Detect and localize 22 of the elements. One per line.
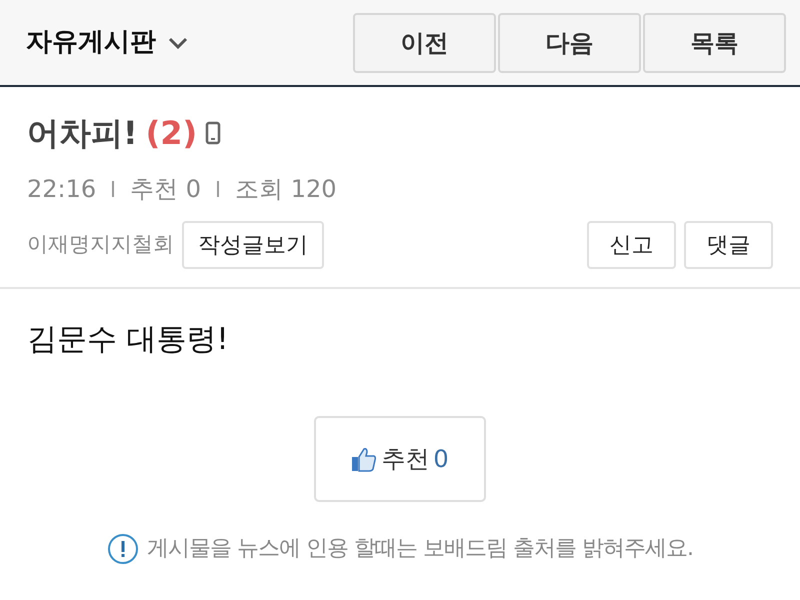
post-body: 김문수 대통령!	[27, 321, 230, 359]
post-title: 어차피!	[27, 113, 138, 154]
nav-button[interactable]: 이전	[353, 12, 496, 72]
board-dropdown[interactable]: 자유게시판	[26, 23, 188, 62]
info-icon	[107, 532, 140, 564]
nav-button[interactable]: 목록	[643, 12, 786, 72]
meta-text: 22:16	[27, 174, 96, 205]
mobile-phone-icon	[205, 121, 222, 145]
action-button[interactable]: 댓글	[684, 221, 773, 269]
action-button[interactable]: 신고	[587, 221, 676, 269]
meta-text: 조회 120	[235, 174, 337, 205]
chevron-down-icon	[168, 36, 188, 50]
meta-text: 추천 0	[130, 174, 202, 205]
recommend-count: 0	[433, 444, 449, 475]
author-name: 이재명지지철회	[27, 231, 174, 258]
recommend-label: 추천	[381, 444, 430, 475]
thumbs-up-icon	[351, 446, 378, 472]
nav-button[interactable]: 다음	[498, 12, 641, 72]
notice-text: 게시물을 뉴스에 인용 할때는 보배드림 출처를 밝혀주세요.	[147, 535, 693, 563]
view-posts-button[interactable]: 작성글보기	[182, 221, 324, 269]
comment-count: (2)	[146, 113, 198, 154]
recommend-button[interactable]: 추천 0	[314, 416, 486, 502]
